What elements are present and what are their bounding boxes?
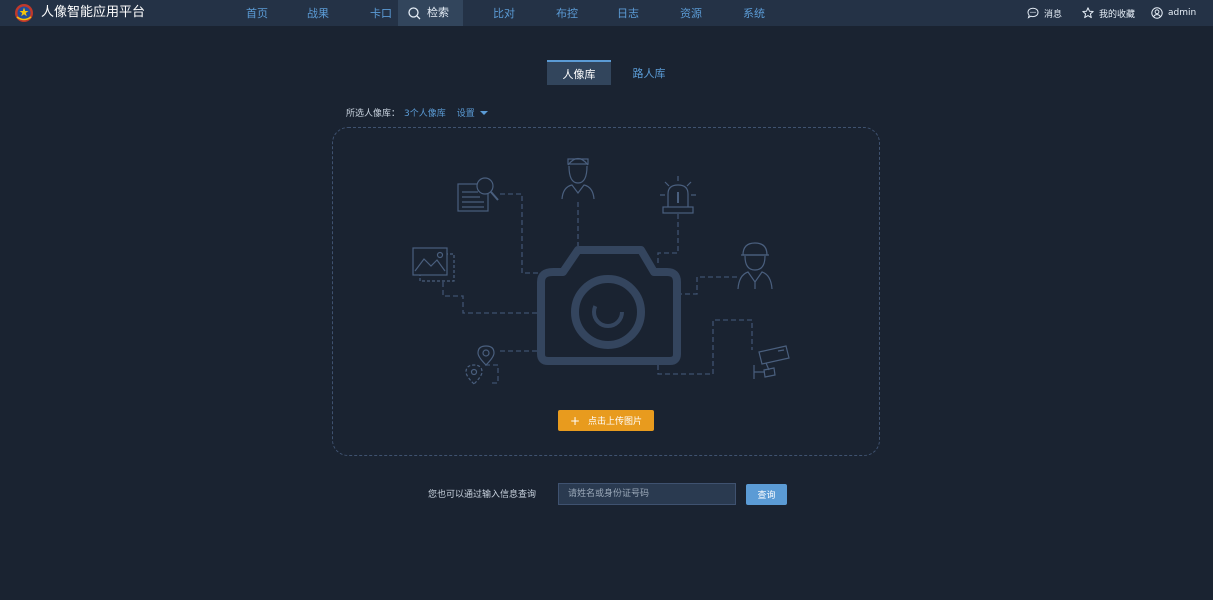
query-button[interactable]: 查询	[746, 484, 787, 505]
upload-illustration	[412, 157, 790, 385]
picture-icon	[412, 247, 455, 282]
alarm-light-icon	[660, 176, 696, 214]
upload-image-label: 点击上传图片	[588, 417, 643, 427]
name-or-id-input[interactable]	[558, 483, 736, 505]
upload-image-button[interactable]: + 点击上传图片	[558, 410, 654, 431]
text-query-row: 您也可以通过输入信息查询 查询	[0, 482, 1213, 506]
connector-line	[678, 276, 737, 295]
connector-line	[657, 214, 679, 266]
connector-line	[442, 282, 538, 314]
connector-line	[500, 193, 540, 274]
camera-icon	[537, 246, 681, 365]
plus-icon: +	[569, 413, 581, 428]
connector-line	[485, 364, 499, 384]
police-icon	[737, 242, 773, 290]
person-icon	[561, 157, 595, 200]
surveillance-camera-icon	[753, 345, 790, 379]
query-hint: 您也可以通过输入信息查询	[428, 490, 537, 500]
connector-line	[657, 319, 753, 375]
document-search-icon	[457, 177, 499, 212]
